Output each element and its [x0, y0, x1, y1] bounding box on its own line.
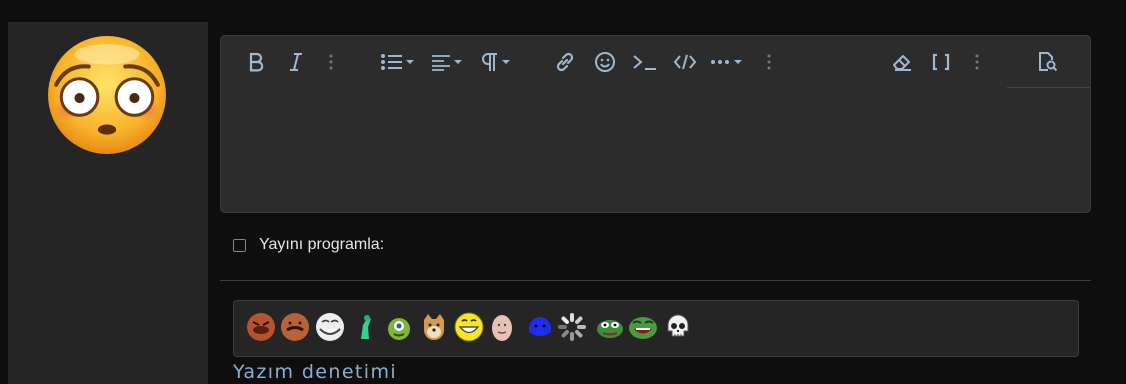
- smile-icon[interactable]: [593, 49, 617, 75]
- user-sidebar: [8, 22, 208, 384]
- eraser-icon[interactable]: [890, 49, 914, 75]
- laughing-pepe-smiley[interactable]: [628, 312, 658, 342]
- pepe-smiley[interactable]: [595, 312, 625, 342]
- loading-spinner-smiley[interactable]: [557, 312, 587, 342]
- angry-face-smiley[interactable]: [246, 312, 276, 342]
- preview-tab[interactable]: [1007, 36, 1090, 88]
- schedule-post-option[interactable]: Yayını programla:: [233, 236, 384, 254]
- green-monster-smiley[interactable]: [384, 312, 414, 342]
- vertical-ellipsis-icon[interactable]: [762, 49, 776, 75]
- code-icon[interactable]: [672, 49, 698, 75]
- green-figure-smiley[interactable]: [350, 312, 380, 342]
- link-icon[interactable]: [553, 49, 577, 75]
- vertical-ellipsis-icon[interactable]: [324, 49, 338, 75]
- align-left-icon[interactable]: [429, 49, 467, 75]
- paragraph-icon[interactable]: [479, 49, 515, 75]
- message-editor[interactable]: [220, 35, 1091, 213]
- skull-smiley[interactable]: [663, 312, 693, 342]
- troll-face-smiley[interactable]: [315, 312, 345, 342]
- terminal-icon[interactable]: [631, 49, 659, 75]
- brackets-icon[interactable]: [930, 49, 952, 75]
- editor-toolbar: [221, 36, 1090, 88]
- document-search-icon[interactable]: [1035, 49, 1061, 75]
- schedule-post-label: Yayını programla:: [259, 236, 385, 253]
- grinning-yellow-smiley[interactable]: [454, 312, 484, 342]
- blue-blob-smiley[interactable]: [525, 312, 555, 342]
- avatar[interactable]: [46, 34, 168, 156]
- mustache-face-smiley[interactable]: [280, 312, 310, 342]
- smilie-bar: [233, 300, 1079, 357]
- doge-smiley[interactable]: [419, 312, 449, 342]
- spellcheck-link[interactable]: Yazım denetimi: [233, 361, 397, 383]
- italic-icon[interactable]: [285, 49, 307, 75]
- bold-icon[interactable]: [245, 49, 267, 75]
- horizontal-ellipsis-icon[interactable]: [709, 49, 747, 75]
- schedule-post-checkbox[interactable]: [233, 238, 246, 252]
- bullet-list-icon[interactable]: [379, 49, 417, 75]
- vertical-ellipsis-icon[interactable]: [970, 49, 984, 75]
- bald-face-smiley[interactable]: [487, 312, 517, 342]
- editor-body[interactable]: [237, 96, 1074, 200]
- divider: [220, 280, 1091, 281]
